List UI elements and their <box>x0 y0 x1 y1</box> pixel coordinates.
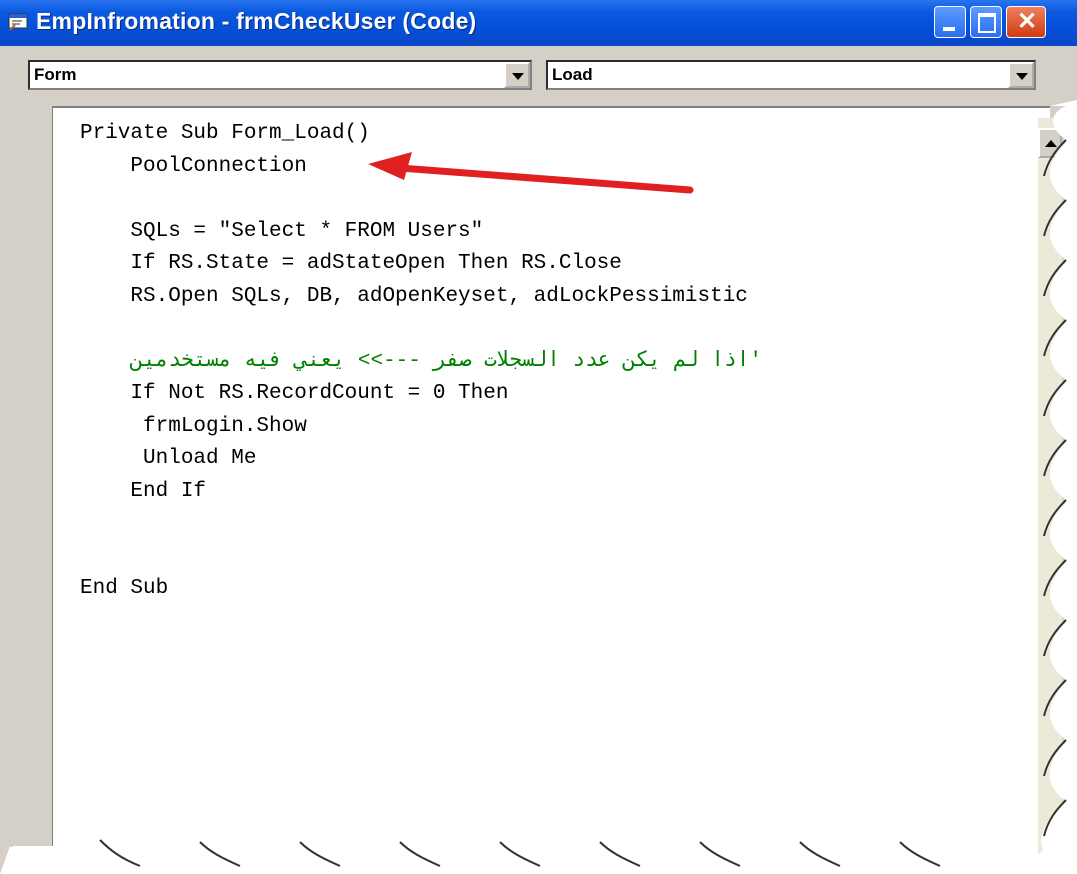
code-line: End If <box>80 479 207 503</box>
object-dropdown-value: Form <box>34 65 77 84</box>
combo-bar: Form Load <box>0 46 1077 104</box>
vertical-scrollbar[interactable] <box>1038 118 1062 858</box>
code-line: Private Sub Form_Load() <box>80 122 370 145</box>
scroll-up-icon[interactable] <box>1038 128 1062 158</box>
object-dropdown[interactable]: Form <box>28 60 532 90</box>
procedure-dropdown[interactable]: Load <box>546 60 1036 90</box>
code-window-icon <box>8 13 28 31</box>
annotation-arrow-icon <box>368 152 694 194</box>
code-line: End Sub <box>80 577 169 600</box>
margin-indicator-bar[interactable] <box>10 106 53 846</box>
close-button[interactable]: ✕ <box>1006 6 1046 38</box>
code-line: frmLogin.Show <box>80 414 307 438</box>
code-comment-line: اذا لم يكن عدد السجلات صفر --->> يعني في… <box>80 349 762 373</box>
close-icon: ✕ <box>1017 8 1038 35</box>
code-line: SQLs = "Select * FROM Users" <box>80 219 484 243</box>
code-line: If RS.State = adStateOpen Then RS.Close <box>80 252 622 275</box>
code-line: Unload Me <box>80 447 257 470</box>
code-window: EmpInfromation - frmCheckUser (Code) ✕ F… <box>0 0 1077 874</box>
procedure-dropdown-value: Load <box>552 65 593 84</box>
chevron-down-icon[interactable] <box>504 62 530 88</box>
window-title: EmpInfromation - frmCheckUser (Code) <box>36 8 477 34</box>
maximize-button[interactable] <box>970 6 1002 38</box>
chevron-down-icon[interactable] <box>1008 62 1034 88</box>
code-line: If Not RS.RecordCount = 0 Then <box>80 382 509 405</box>
title-bar[interactable]: EmpInfromation - frmCheckUser (Code) ✕ <box>0 0 1077 46</box>
minimize-button[interactable] <box>934 6 966 38</box>
code-line: RS.Open SQLs, DB, adOpenKeyset, adLockPe… <box>80 284 748 308</box>
